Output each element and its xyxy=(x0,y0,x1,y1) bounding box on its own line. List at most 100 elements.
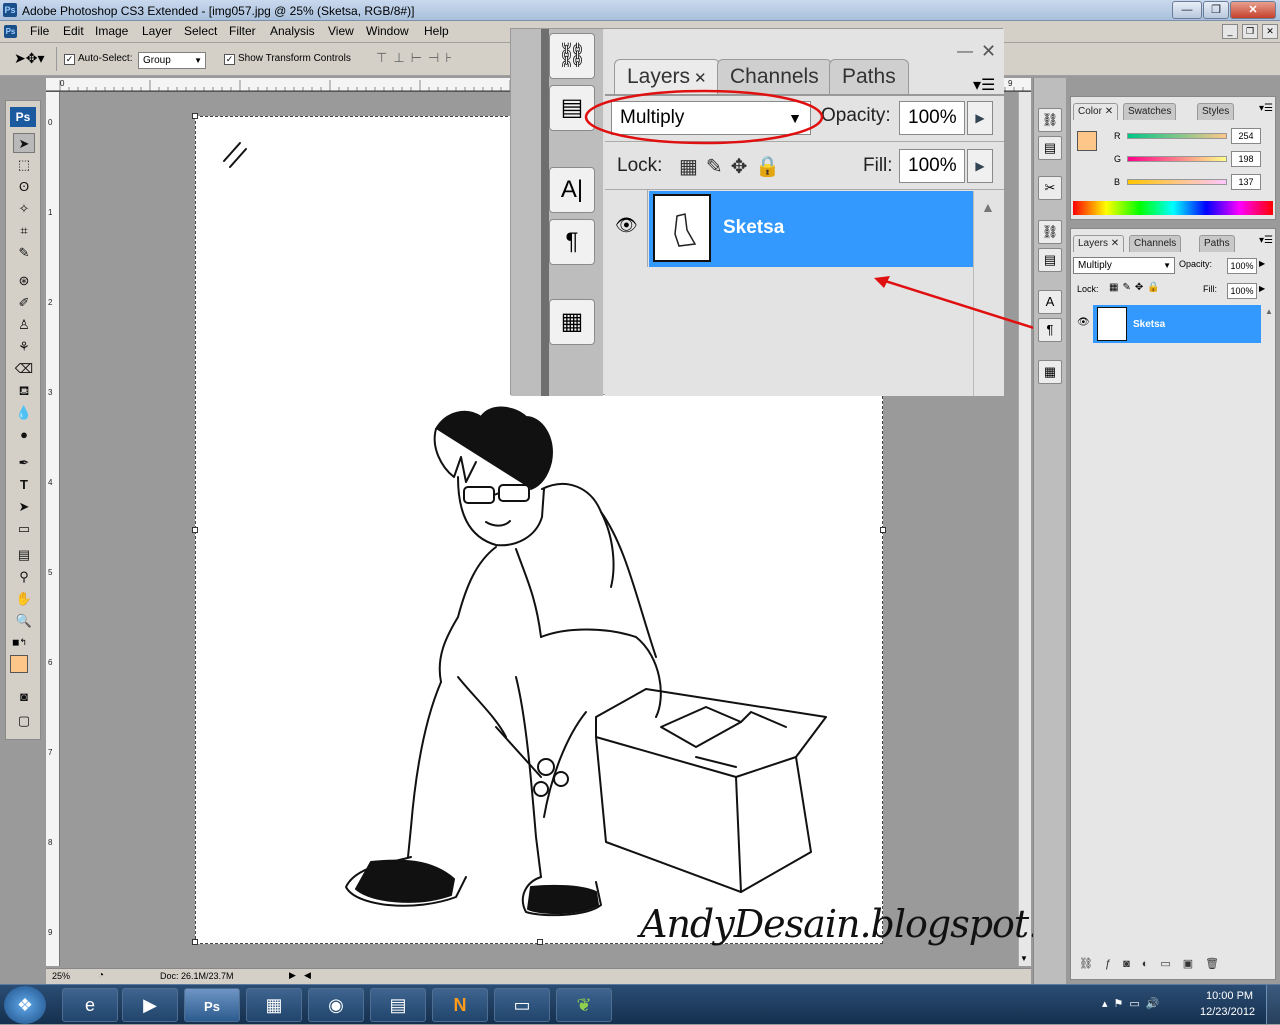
g-value[interactable]: 198 xyxy=(1231,151,1261,167)
tab-paths-zoomed[interactable]: Paths xyxy=(829,59,909,94)
eye-icon-zoomed[interactable]: 👁 xyxy=(615,215,638,236)
panel-minimize-icon[interactable]: — xyxy=(957,43,973,61)
tool-presets-icon[interactable]: ⛓ xyxy=(549,33,595,79)
b-slider[interactable] xyxy=(1127,179,1227,185)
transform-handle[interactable] xyxy=(880,527,886,533)
panel-close-icon[interactable]: ✕ xyxy=(981,41,996,62)
tab-styles[interactable]: Styles xyxy=(1197,103,1235,120)
menu-select[interactable]: Select xyxy=(184,24,217,38)
panel-menu-icon[interactable]: ▾☰ xyxy=(1259,103,1273,114)
align-icons[interactable]: ⊤⊥⊢⊣⊦ xyxy=(376,50,458,66)
paragraph-dock-icon[interactable]: ¶ xyxy=(1038,318,1062,342)
panel-menu-icon[interactable]: ▾☰ xyxy=(1259,235,1273,246)
explorer-taskbar-icon[interactable]: ▤ xyxy=(370,988,426,1022)
slice-tool-icon[interactable]: ✎ xyxy=(13,243,35,263)
r-value[interactable]: 254 xyxy=(1231,128,1261,144)
paint-bucket-icon[interactable]: ⛾ xyxy=(13,381,35,401)
photoshop-taskbar-icon[interactable]: Ps xyxy=(184,988,240,1022)
show-desktop-button[interactable] xyxy=(1266,985,1280,1025)
close-icon[interactable]: ✕ xyxy=(1105,106,1113,117)
dodge-tool-icon[interactable]: ● xyxy=(13,425,35,445)
tab-paths[interactable]: Paths xyxy=(1199,235,1235,252)
notes-tool-icon[interactable]: ▤ xyxy=(13,545,35,565)
pen-tool-icon[interactable]: ✒ xyxy=(13,453,35,473)
menu-edit[interactable]: Edit xyxy=(63,24,84,38)
layer-actions-icons[interactable]: ⛓ƒ◙◐▭▣🗑 xyxy=(1079,957,1231,970)
eyedropper-tool-icon[interactable]: ⚲ xyxy=(13,567,35,587)
b-value[interactable]: 137 xyxy=(1231,174,1261,190)
menu-analysis[interactable]: Analysis xyxy=(270,24,315,38)
clone-stamp-icon[interactable]: ♙ xyxy=(13,315,35,335)
g-slider[interactable] xyxy=(1127,156,1227,162)
zoom-tool-icon[interactable]: 🔍 xyxy=(13,611,35,631)
color-fg-swatch[interactable] xyxy=(1077,131,1097,151)
doc-close-button[interactable]: ✕ xyxy=(1262,24,1278,39)
tray-icons[interactable]: ▴⚑▭🔊 xyxy=(1102,997,1165,1010)
tool-presets-dock-icon[interactable]: ⛓ xyxy=(1038,108,1062,132)
path-selection-icon[interactable]: ➤ xyxy=(13,497,35,517)
menu-window[interactable]: Window xyxy=(366,24,409,38)
tab-layers[interactable]: Layers ✕ xyxy=(1073,235,1125,252)
fill-slider-arrow-icon[interactable]: ▶ xyxy=(967,149,993,183)
healing-brush-icon[interactable]: ⊛ xyxy=(13,271,35,291)
brush-tool-icon[interactable]: ✐ xyxy=(13,293,35,313)
crop-tool-icon[interactable]: ⌗ xyxy=(13,221,35,241)
ruler-vertical[interactable]: 0 1 2 3 4 5 6 7 8 9 xyxy=(46,92,60,966)
scroll-left-icon[interactable]: ◀ xyxy=(304,970,311,981)
actions-dock-icon[interactable]: ✂ xyxy=(1038,176,1062,200)
doc-restore-button[interactable]: ❐ xyxy=(1242,24,1258,39)
status-preview-icon[interactable]: ◔ xyxy=(98,970,104,981)
tab-color[interactable]: Color ✕ xyxy=(1073,103,1119,120)
scroll-up-icon[interactable]: ▲ xyxy=(1265,307,1273,316)
brushes-dock-icon[interactable]: ⛓ xyxy=(1038,220,1062,244)
auto-select-dropdown[interactable]: Group ▼ xyxy=(138,52,206,69)
default-colors-icon[interactable]: ◼↰ xyxy=(12,637,27,648)
lock-icons[interactable]: ▦✎✥🔒 xyxy=(1109,282,1164,293)
lasso-tool-icon[interactable]: ʘ xyxy=(13,177,35,197)
blur-tool-icon[interactable]: 💧 xyxy=(13,403,35,423)
opacity-field-zoomed[interactable]: 100% xyxy=(899,101,965,135)
vertical-scrollbar[interactable]: ▼ xyxy=(1018,92,1031,966)
character-icon[interactable]: A| xyxy=(549,167,595,213)
magic-wand-tool-icon[interactable]: ✧ xyxy=(13,199,35,219)
start-button[interactable]: ❖ xyxy=(4,986,46,1024)
blend-mode-dropdown[interactable]: Multiply ▼ xyxy=(1073,257,1175,274)
scroll-up-icon[interactable]: ▲ xyxy=(981,199,995,215)
eraser-tool-icon[interactable]: ⌫ xyxy=(13,359,35,379)
type-tool-icon[interactable]: T xyxy=(13,475,35,495)
auto-select-checkbox[interactable]: ✓ xyxy=(64,54,75,65)
marquee-tool-icon[interactable]: ⬚ xyxy=(13,155,35,175)
r-slider[interactable] xyxy=(1127,133,1227,139)
opacity-field[interactable]: 100% xyxy=(1227,258,1257,274)
image-viewer-taskbar-icon[interactable]: ▦ xyxy=(246,988,302,1022)
display-taskbar-icon[interactable]: ▭ xyxy=(494,988,550,1022)
firefox-taskbar-icon[interactable]: ◉ xyxy=(308,988,364,1022)
move-tool-icon[interactable]: ➤ xyxy=(13,133,35,153)
app-taskbar-icon[interactable]: ❦ xyxy=(556,988,612,1022)
fill-field[interactable]: 100% xyxy=(1227,283,1257,299)
clone-source-dock-icon[interactable]: ▤ xyxy=(1038,248,1062,272)
scroll-down-icon[interactable]: ▼ xyxy=(1020,954,1028,963)
history-brush-icon[interactable]: ⚘ xyxy=(13,337,35,357)
zoom-level[interactable]: 25% xyxy=(52,971,70,981)
transform-handle[interactable] xyxy=(192,527,198,533)
opacity-slider-arrow-icon[interactable]: ▶ xyxy=(967,101,993,135)
document-icon[interactable]: Ps xyxy=(4,25,17,38)
quick-mask-icon[interactable]: ◙ xyxy=(13,687,35,707)
clock-time[interactable]: 10:00 PM xyxy=(1206,990,1253,1002)
menu-filter[interactable]: Filter xyxy=(229,24,256,38)
media-player-taskbar-icon[interactable]: ▶ xyxy=(122,988,178,1022)
doc-minimize-button[interactable]: _ xyxy=(1222,24,1238,39)
transform-handle[interactable] xyxy=(537,939,543,945)
clock-date[interactable]: 12/23/2012 xyxy=(1200,1006,1255,1018)
ie-taskbar-icon[interactable]: e xyxy=(62,988,118,1022)
nero-taskbar-icon[interactable]: N xyxy=(432,988,488,1022)
close-button[interactable]: ✕ xyxy=(1230,1,1276,19)
show-transform-checkbox[interactable]: ✓ xyxy=(224,54,235,65)
opacity-slider-arrow-icon[interactable]: ▶ xyxy=(1259,259,1265,268)
minimize-button[interactable]: — xyxy=(1172,1,1202,19)
color-spectrum[interactable] xyxy=(1073,201,1273,215)
history-dock-icon[interactable]: ▤ xyxy=(1038,136,1062,160)
transform-handle[interactable] xyxy=(192,113,198,119)
menu-file[interactable]: File xyxy=(30,24,49,38)
